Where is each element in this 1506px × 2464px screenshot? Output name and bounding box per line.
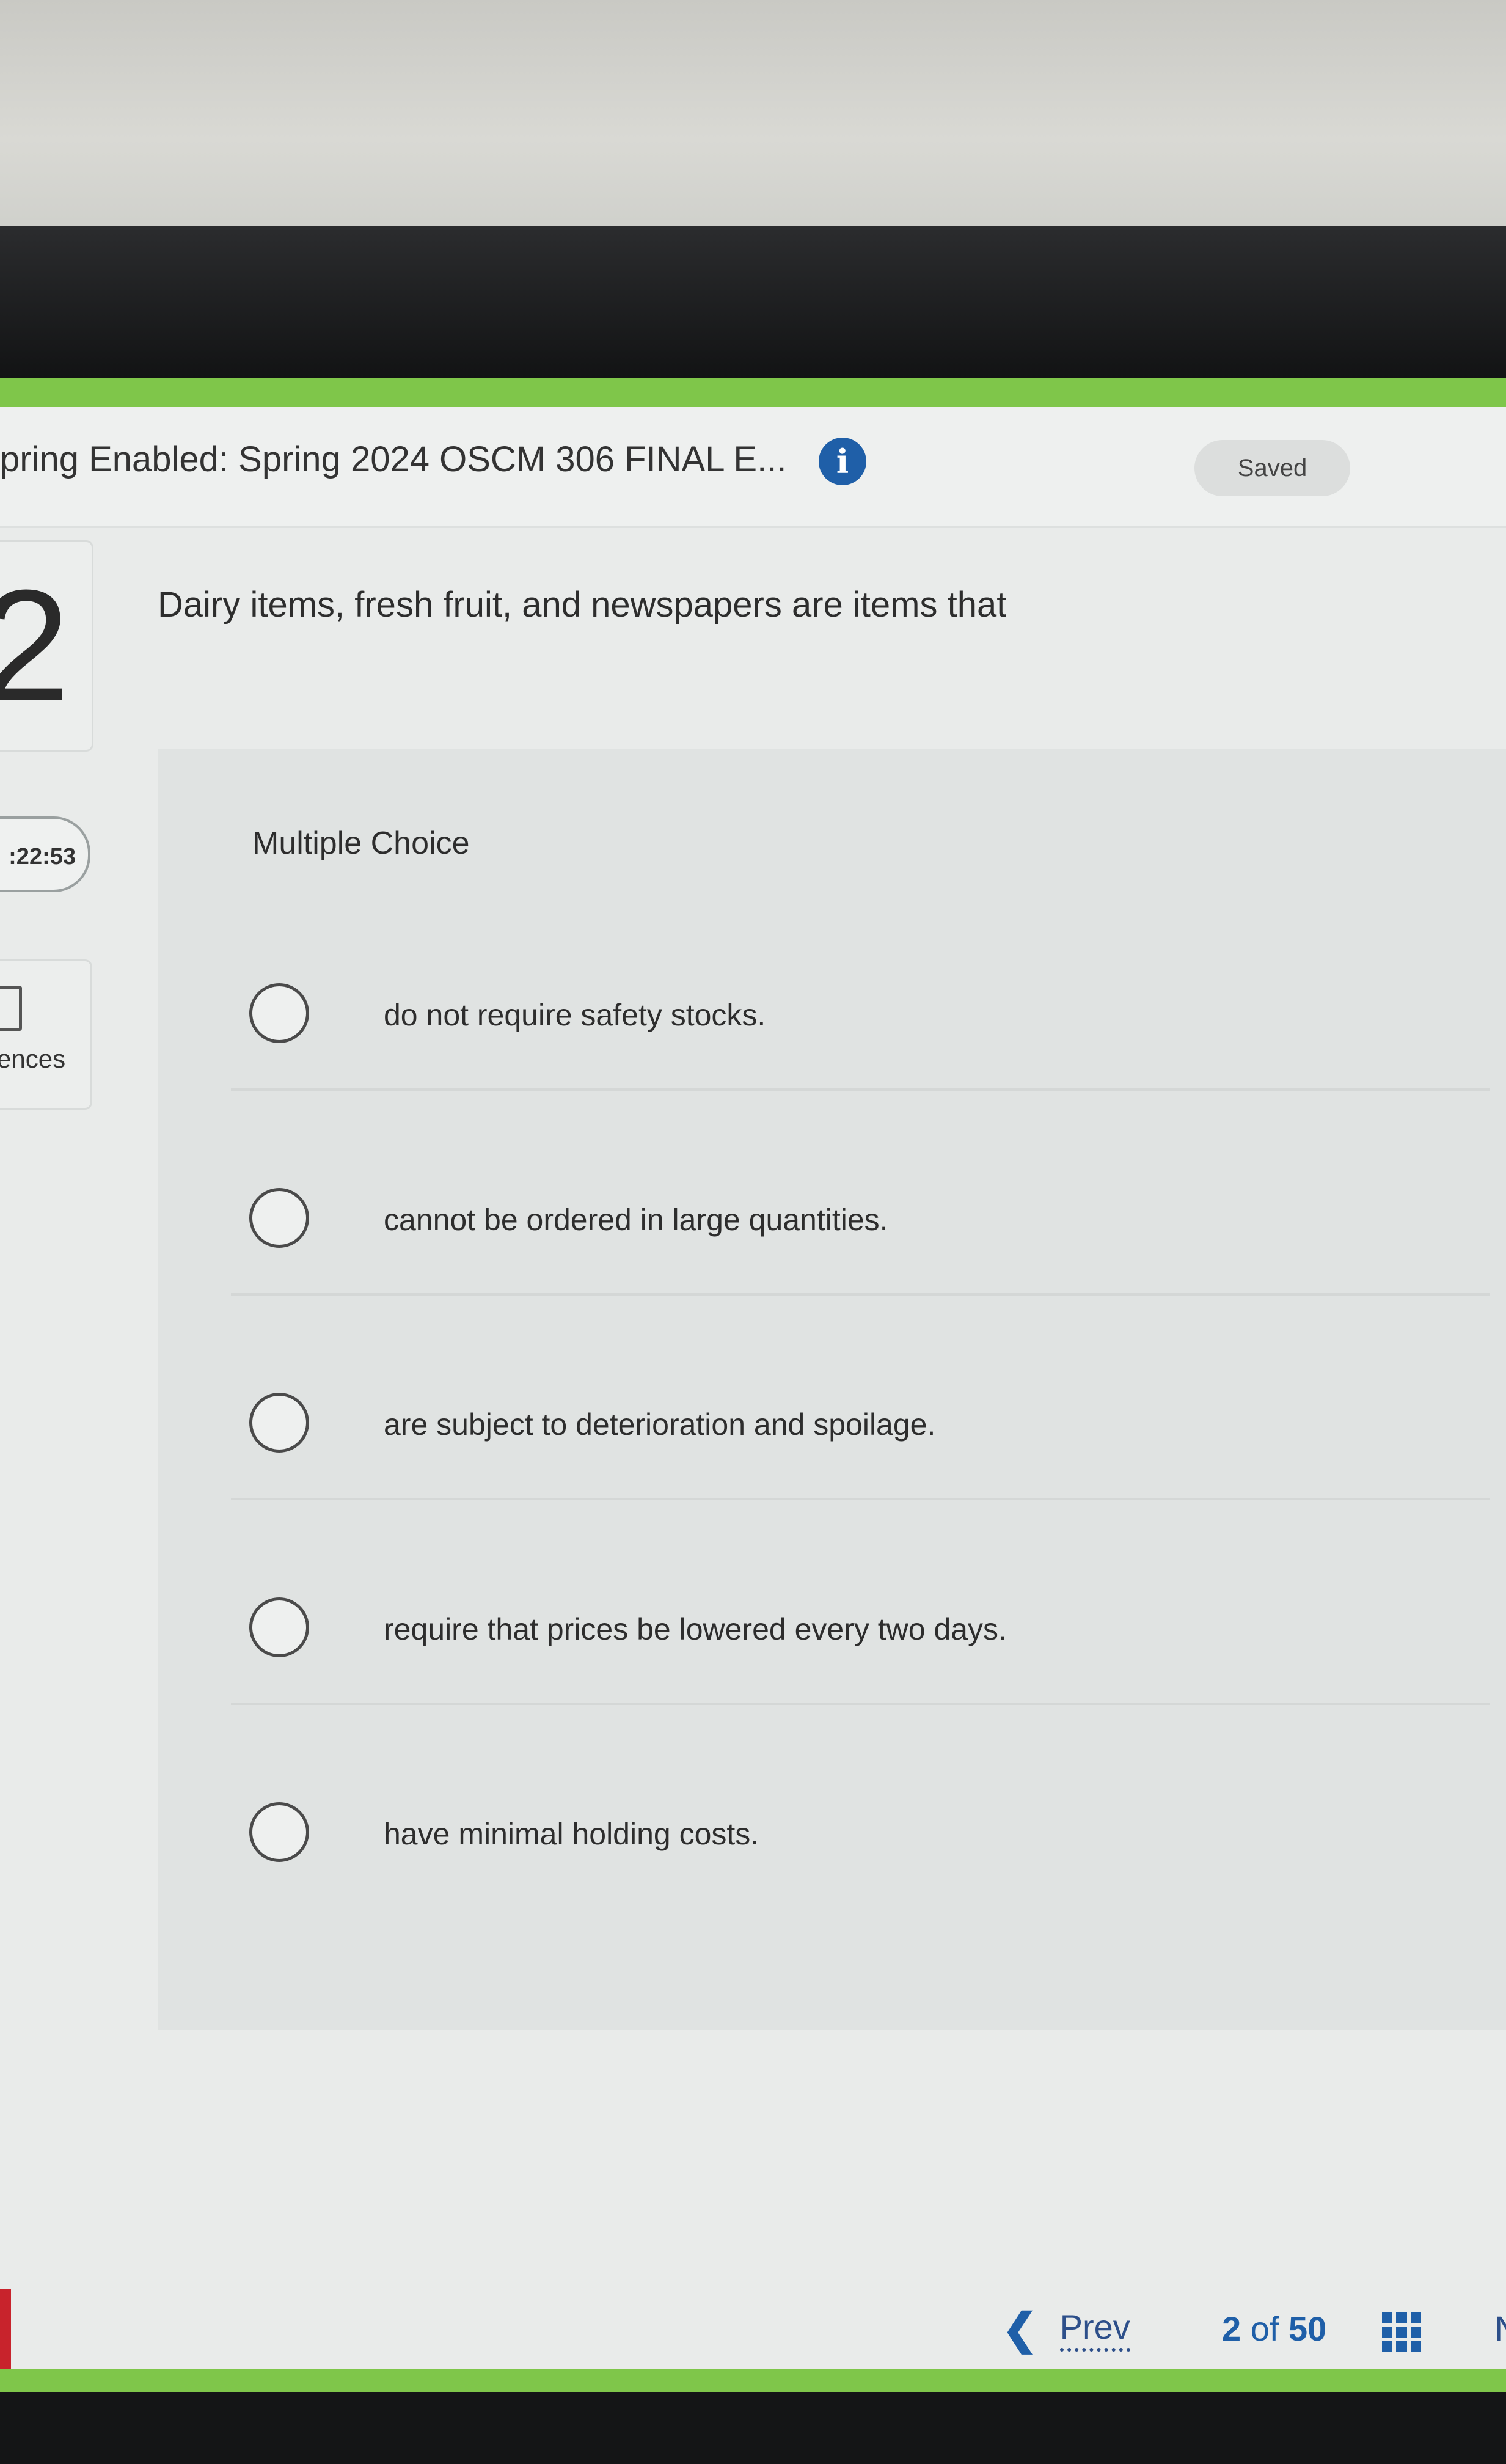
answer-option-4[interactable]: require that prices be lowered every two… xyxy=(249,1562,1459,1696)
question-number-box: 2 xyxy=(0,540,93,752)
clipboard-icon xyxy=(0,986,22,1031)
header-accent-bar xyxy=(0,378,1506,407)
monitor-bezel-bottom xyxy=(0,2392,1506,2464)
saved-status-badge: Saved xyxy=(1194,440,1350,496)
answer-option-1[interactable]: do not require safety stocks. xyxy=(249,948,1459,1082)
answer-option-5[interactable]: have minimal holding costs. xyxy=(249,1767,1459,1901)
of-label: of xyxy=(1250,2309,1279,2348)
references-label: ences xyxy=(0,1044,66,1073)
background-wall xyxy=(0,0,1506,232)
answer-option-text: cannot be ordered in large quantities. xyxy=(384,1203,888,1237)
timer[interactable]: :22:53 xyxy=(0,816,90,892)
page-indicator: 2 of 50 xyxy=(1222,2295,1326,2363)
answer-option-text: require that prices be lowered every two… xyxy=(384,1612,1007,1646)
quiz-header: pring Enabled: Spring 2024 OSCM 306 FINA… xyxy=(0,407,1506,528)
navigation-footer: ❮ Prev 2 of 50 N xyxy=(0,2271,1506,2369)
question-text: Dairy items, fresh fruit, and newspapers… xyxy=(158,585,1007,625)
answer-option-text: do not require safety stocks. xyxy=(384,998,766,1032)
answer-option-text: have minimal holding costs. xyxy=(384,1817,759,1851)
monitor-bezel-top xyxy=(0,226,1506,379)
option-divider xyxy=(231,1293,1490,1296)
radio-button[interactable] xyxy=(249,1597,309,1657)
chevron-left-icon: ❮ xyxy=(1002,2305,1038,2353)
radio-button[interactable] xyxy=(249,1393,309,1453)
radio-button[interactable] xyxy=(249,1188,309,1248)
references-button[interactable]: ences xyxy=(0,959,92,1110)
option-divider xyxy=(231,1088,1490,1091)
red-marker xyxy=(0,2289,11,2369)
question-number: 2 xyxy=(0,542,70,750)
radio-button[interactable] xyxy=(249,1802,309,1862)
info-icon[interactable]: i xyxy=(819,438,866,485)
option-divider xyxy=(231,1703,1490,1705)
footer-accent-bar xyxy=(0,2369,1506,2392)
option-divider xyxy=(231,1498,1490,1500)
total-pages: 50 xyxy=(1288,2309,1327,2348)
question-grid-icon[interactable] xyxy=(1382,2312,1421,2352)
current-page: 2 xyxy=(1222,2309,1241,2348)
radio-button[interactable] xyxy=(249,983,309,1043)
next-button-partial[interactable]: N xyxy=(1494,2309,1506,2350)
question-type-label: Multiple Choice xyxy=(252,826,470,861)
answer-option-3[interactable]: are subject to deterioration and spoilag… xyxy=(249,1357,1459,1492)
quiz-screen: pring Enabled: Spring 2024 OSCM 306 FINA… xyxy=(0,407,1506,2369)
choice-panel: Multiple Choice do not require safety st… xyxy=(158,749,1506,2030)
prev-label: Prev xyxy=(1059,2307,1130,2352)
prev-button[interactable]: ❮ Prev xyxy=(1002,2295,1130,2363)
quiz-title: pring Enabled: Spring 2024 OSCM 306 FINA… xyxy=(0,439,787,479)
answer-option-2[interactable]: cannot be ordered in large quantities. xyxy=(249,1153,1459,1287)
answer-option-text: are subject to deterioration and spoilag… xyxy=(384,1407,936,1442)
